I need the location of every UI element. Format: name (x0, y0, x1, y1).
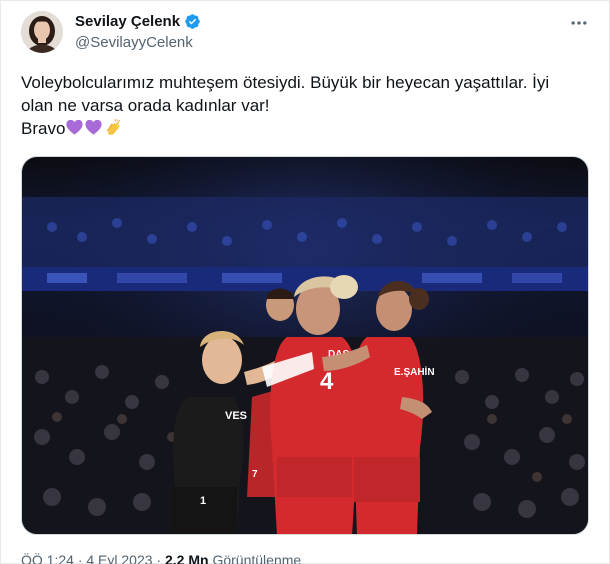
jersey-number-7: 7 (252, 469, 258, 480)
clapping-hands-icon (106, 118, 121, 135)
jersey-number-1: 1 (200, 495, 206, 507)
jersey-text-sahin: E.ŞAHİN (394, 365, 435, 378)
volleyball-team-photo: 1 VES 7 4 DAS (22, 157, 588, 534)
author-display-name[interactable]: Sevilay Çelenk (75, 13, 180, 30)
author-handle[interactable]: @SevilayyCelenk (75, 34, 193, 51)
more-options-button[interactable] (567, 11, 591, 35)
views-label[interactable]: Görüntülenme (212, 552, 301, 564)
tweet-text: Voleybolcularımız muhteşem ötesiydi. Büy… (21, 71, 581, 140)
tweet-meta: ÖÖ 1:24 · 4 Eyl 2023 · 2,2 Mn Görüntülen… (21, 552, 301, 564)
tweet-text-bravo: Bravo (21, 119, 66, 138)
tweet-text-line2: Bravo (21, 117, 581, 140)
jersey-text-ves: VES (225, 410, 247, 422)
author-name-row: Sevilay Çelenk (75, 13, 201, 30)
verified-badge-icon[interactable] (184, 13, 201, 30)
jersey-number-4: 4 (320, 368, 334, 395)
tweet-card: Sevilay Çelenk @SevilayyCelenk Voleybolc… (0, 0, 610, 564)
meta-separator: · (77, 552, 83, 564)
views-count: 2,2 Mn (165, 552, 209, 564)
meta-separator: · (156, 552, 162, 564)
avatar-image (21, 11, 63, 53)
avatar[interactable] (21, 11, 63, 53)
tweet-date[interactable]: 4 Eyl 2023 (86, 552, 152, 564)
tweet-time[interactable]: ÖÖ 1:24 (21, 552, 74, 564)
tweet-text-line1: Voleybolcularımız muhteşem ötesiydi. Büy… (21, 73, 550, 115)
more-options-icon (571, 21, 587, 25)
tweet-photo[interactable]: 1 VES 7 4 DAS (21, 156, 589, 535)
purple-heart-icon (66, 119, 83, 135)
purple-heart-icon (85, 119, 102, 135)
